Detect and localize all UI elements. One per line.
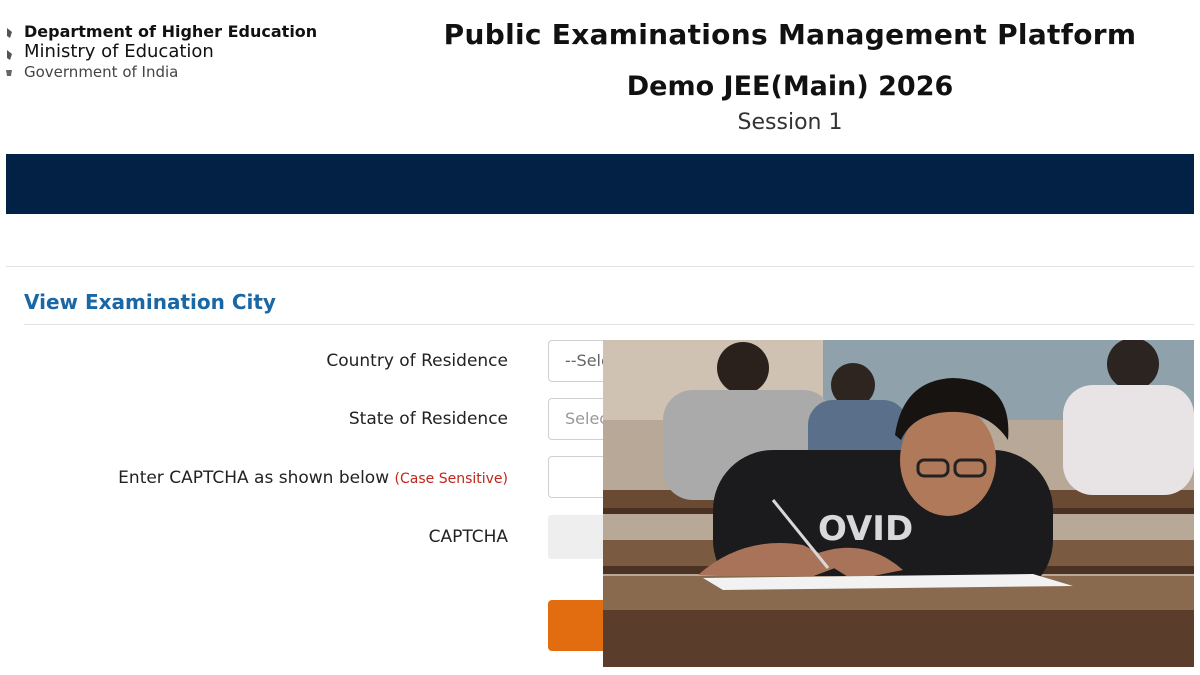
exam-title: Demo JEE(Main) 2026 <box>626 71 954 102</box>
ministry-name: Ministry of Education <box>24 41 214 63</box>
state-label: State of Residence <box>348 409 508 429</box>
navigation-bar <box>6 154 1194 214</box>
state-select[interactable]: Select <box>548 398 608 440</box>
captcha-entry-text: Enter CAPTCHA as shown below <box>118 468 390 488</box>
exam-hall-photo: OVID <box>603 340 1194 667</box>
header-titles: Public Examinations Management Platform … <box>380 18 1200 135</box>
section-title: View Examination City <box>24 290 276 314</box>
section-divider <box>24 324 1194 325</box>
captcha-entry-label: Enter CAPTCHA as shown below (Case Sensi… <box>118 468 508 488</box>
country-label: Country of Residence <box>326 351 508 371</box>
captcha-label: CAPTCHA <box>428 527 508 547</box>
national-emblem-icon <box>6 28 12 76</box>
captcha-image <box>548 515 608 559</box>
svg-text:OVID: OVID <box>818 509 913 549</box>
captcha-input[interactable] <box>548 456 608 498</box>
submit-button[interactable] <box>548 600 608 651</box>
department-name: Department of Higher Education <box>24 22 318 41</box>
department-block: Department of Higher Education Ministry … <box>24 22 317 81</box>
case-sensitive-note: (Case Sensitive) <box>394 471 508 487</box>
session-label: Session 1 <box>737 110 843 135</box>
platform-title: Public Examinations Management Platform <box>443 18 1137 51</box>
government-name: Government of India <box>24 62 179 81</box>
country-select[interactable]: --Select-- <box>548 340 608 382</box>
divider <box>6 266 1194 267</box>
